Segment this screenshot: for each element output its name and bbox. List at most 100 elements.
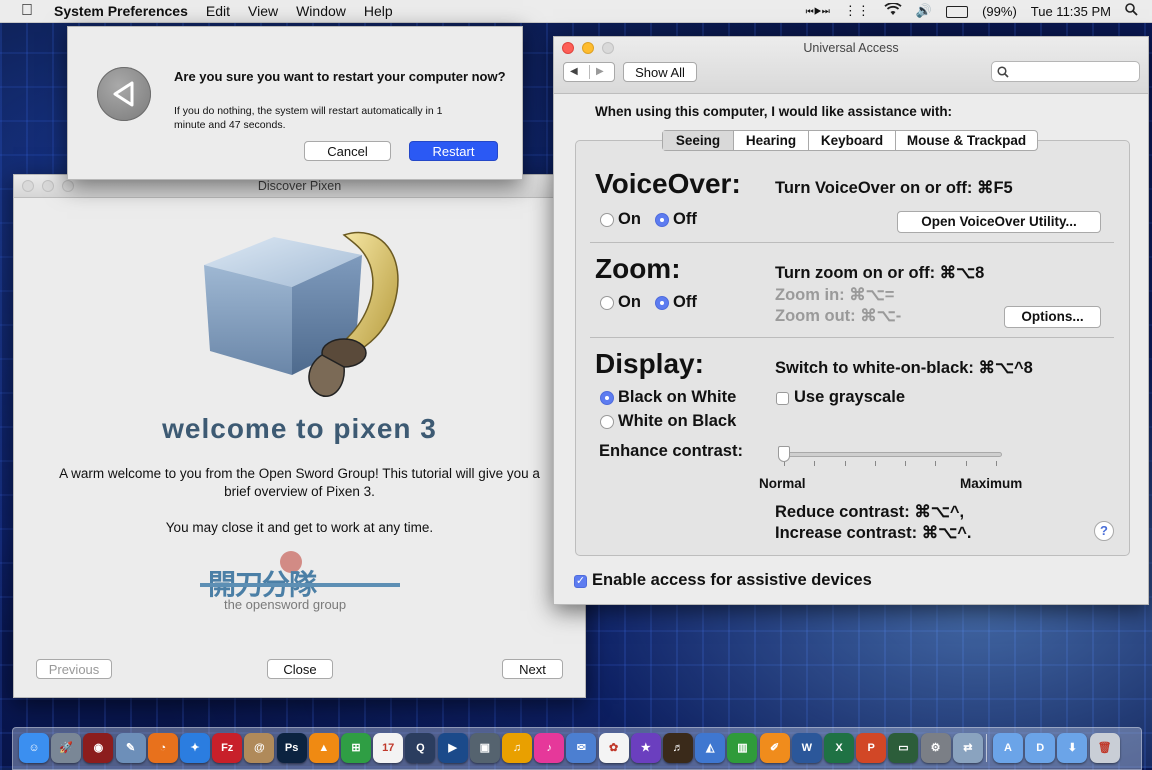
dock-pages-icon[interactable]: ✐ <box>759 733 790 763</box>
logo-text: the opensword group <box>224 597 347 612</box>
dock-photo-booth-icon[interactable]: ◉ <box>83 733 114 763</box>
white-on-black-shortcut: Switch to white-on-black: ⌘⌥^8 <box>775 359 1033 377</box>
spotlight-icon[interactable] <box>1125 3 1138 19</box>
volume-icon[interactable]: 🔊 <box>916 3 932 19</box>
next-button[interactable]: Next <box>502 659 563 679</box>
intro-text-line1: A warm welcome to you from the Open Swor… <box>59 466 540 481</box>
dock-contacts-icon[interactable]: @ <box>244 733 275 763</box>
zoom-off-radio[interactable] <box>655 296 669 310</box>
slider-tick <box>935 461 937 466</box>
assistive-devices-checkbox[interactable]: ✓ <box>574 575 587 588</box>
dock-audio-icon[interactable]: ♫ <box>502 733 532 763</box>
dock-quicktime-icon[interactable]: Q <box>405 733 436 763</box>
menu-bar:  System Preferences Edit View Window He… <box>0 0 1152 23</box>
dock-calendar-icon[interactable]: 17 <box>373 733 404 763</box>
discover-pixen-window: Discover Pixen welcome to pixen 3 A warm… <box>13 174 586 698</box>
dock-powerpoint-icon[interactable]: P <box>856 733 887 763</box>
dock-itunes-icon[interactable]: ♪ <box>534 733 565 763</box>
dock-garageband-icon[interactable]: ♬ <box>663 733 693 763</box>
dock-downloads-folder-icon[interactable]: ⬇ <box>1057 733 1088 763</box>
restart-alert-icon <box>97 67 151 121</box>
menu-app-name[interactable]: System Preferences <box>54 3 188 19</box>
dock-mail-icon[interactable]: ✉ <box>566 733 597 763</box>
zoom-window-icon[interactable] <box>602 42 614 54</box>
back-arrow-icon[interactable]: ◀ <box>570 63 578 81</box>
dock-word-icon[interactable]: W <box>791 733 822 763</box>
dock-vlc-icon[interactable]: ▲ <box>308 733 339 763</box>
close-window-icon[interactable] <box>562 42 574 54</box>
zoom-window-icon[interactable] <box>62 180 74 192</box>
dock-firefox-icon[interactable]: ◔ <box>147 733 178 763</box>
help-button[interactable]: ? <box>1094 521 1114 541</box>
dock-photoshop-icon[interactable]: Ps <box>276 733 307 763</box>
menu-view[interactable]: View <box>248 3 278 19</box>
slider-tick <box>996 461 997 466</box>
menu-extra-icon[interactable]: ⋮⋮ <box>844 3 870 19</box>
voiceover-shortcut: Turn VoiceOver on or off: ⌘F5 <box>775 179 1013 197</box>
zoom-out-shortcut: Zoom out: ⌘⌥- <box>775 307 902 325</box>
dock-windows-icon[interactable]: ⊞ <box>341 733 371 763</box>
close-button[interactable]: Close <box>267 659 333 679</box>
restart-question: Are you sure you want to restart your co… <box>174 69 506 84</box>
dock-applications-folder-icon[interactable]: A <box>993 733 1023 763</box>
dock-numbers-icon[interactable]: ▥ <box>727 733 758 763</box>
tab-mouse-trackpad[interactable]: Mouse & Trackpad <box>896 131 1037 150</box>
voiceover-separator <box>590 242 1114 243</box>
dock-launchpad-icon[interactable]: 🚀 <box>51 733 82 763</box>
dock-documents-folder-icon[interactable]: D <box>1025 733 1056 763</box>
close-window-icon[interactable] <box>22 180 34 192</box>
show-all-button[interactable]: Show All <box>623 62 697 82</box>
search-icon <box>997 66 1009 78</box>
reduce-contrast-shortcut: Reduce contrast: ⌘⌥^, <box>775 503 965 521</box>
voiceover-on-radio[interactable] <box>600 213 614 227</box>
dock-keynote-icon[interactable]: ◭ <box>695 733 726 763</box>
dock-trash-icon[interactable]: 🗑 <box>1089 733 1120 763</box>
dock-dvd-player-icon[interactable]: ▶ <box>437 733 468 763</box>
zoom-off-label: Off <box>673 293 697 311</box>
universal-access-window: Universal Access ◀ ▶ Show All When using… <box>553 36 1149 605</box>
dock-preview-icon[interactable]: ✎ <box>115 733 146 763</box>
grayscale-label: Use grayscale <box>794 388 905 406</box>
grayscale-checkbox[interactable] <box>776 392 789 405</box>
contrast-slider[interactable] <box>778 446 1002 475</box>
pixen-logo-icon <box>204 231 399 398</box>
intro-text-line2: brief overview of Pixen 3. <box>224 484 375 499</box>
dock-migration-icon[interactable]: ⇄ <box>952 733 983 763</box>
slider-thumb[interactable] <box>778 446 790 462</box>
search-field[interactable] <box>991 61 1140 82</box>
cancel-button[interactable]: Cancel <box>304 141 391 161</box>
open-voiceover-utility-button[interactable]: Open VoiceOver Utility... <box>897 211 1101 233</box>
white-on-black-radio[interactable] <box>600 415 614 429</box>
clock[interactable]: Tue 11:35 PM <box>1031 4 1111 19</box>
menu-help[interactable]: Help <box>364 3 393 19</box>
restart-button[interactable]: Restart <box>409 141 498 161</box>
black-on-white-radio[interactable] <box>600 391 614 405</box>
media-controls-icon[interactable]: ⏮▶⏭ <box>806 6 830 17</box>
previous-button[interactable]: Previous <box>36 659 112 679</box>
menu-edit[interactable]: Edit <box>206 3 230 19</box>
wifi-icon[interactable] <box>884 2 902 19</box>
tab-seeing[interactable]: Seeing <box>663 131 734 150</box>
dock-filezilla-icon[interactable]: Fz <box>212 733 243 763</box>
menu-window[interactable]: Window <box>296 3 346 19</box>
dock-finder-icon[interactable]: ☺ <box>19 733 49 763</box>
zoom-in-shortcut: Zoom in: ⌘⌥= <box>775 286 895 304</box>
tab-keyboard[interactable]: Keyboard <box>809 131 896 150</box>
dock-imovie-icon[interactable]: ★ <box>630 733 661 763</box>
dock-safari-icon[interactable]: ✦ <box>180 733 210 763</box>
slider-max-label: Maximum <box>960 476 1023 491</box>
apple-menu-icon[interactable]:  <box>18 2 36 20</box>
dock-photos-icon[interactable]: ✿ <box>598 733 629 763</box>
forward-arrow-icon[interactable]: ▶ <box>596 63 604 81</box>
tab-hearing[interactable]: Hearing <box>734 131 809 150</box>
dock-system-preferences-icon[interactable]: ⚙ <box>920 733 951 763</box>
dock-screen-sharing-icon[interactable]: ▭ <box>888 733 919 763</box>
dock-excel-icon[interactable]: X <box>824 733 854 763</box>
minimize-window-icon[interactable] <box>42 180 54 192</box>
zoom-options-button[interactable]: Options... <box>1004 306 1101 328</box>
voiceover-off-radio[interactable] <box>655 213 669 227</box>
dock-image-capture-icon[interactable]: ▣ <box>469 733 500 763</box>
battery-icon[interactable] <box>946 6 969 18</box>
zoom-on-radio[interactable] <box>600 296 614 310</box>
minimize-window-icon[interactable] <box>582 42 594 54</box>
